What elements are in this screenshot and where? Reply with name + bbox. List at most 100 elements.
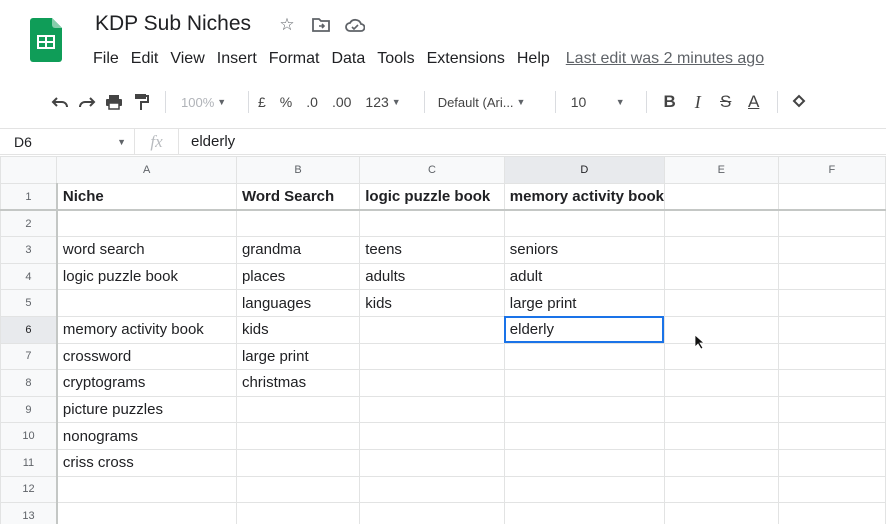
menu-tools[interactable]: Tools (377, 50, 414, 68)
font-size-select[interactable]: 10 ▼ (565, 88, 637, 116)
cell-c1[interactable]: logic puzzle book (359, 183, 505, 212)
row-header-2[interactable]: 2 (0, 209, 58, 238)
increase-decimal-button[interactable]: .00 (332, 88, 351, 116)
cell-c3[interactable]: teens (359, 236, 505, 264)
cell-e1[interactable] (663, 183, 779, 212)
column-header-b[interactable]: B (235, 156, 361, 184)
cell-e4[interactable] (663, 262, 779, 291)
zoom-select[interactable]: 100% ▼ (175, 88, 239, 116)
print-icon[interactable] (102, 88, 126, 116)
menu-edit[interactable]: Edit (131, 50, 159, 68)
cell-e13[interactable] (663, 502, 779, 524)
row-header-11[interactable]: 11 (0, 448, 58, 477)
menu-extensions[interactable]: Extensions (427, 50, 505, 68)
cell-d9[interactable] (503, 395, 665, 424)
formula-input[interactable]: elderly (179, 133, 235, 150)
row-header-7[interactable]: 7 (0, 342, 58, 371)
cell-d11[interactable] (503, 448, 665, 477)
redo-icon[interactable] (75, 88, 99, 116)
cell-c7[interactable] (359, 342, 505, 371)
column-header-d[interactable]: D (503, 156, 665, 184)
row-header-3[interactable]: 3 (0, 236, 58, 264)
cell-c13[interactable] (359, 502, 505, 524)
text-color-button[interactable]: A (740, 88, 768, 116)
menu-file[interactable]: File (93, 50, 119, 68)
cell-d1[interactable]: memory activity book (503, 183, 665, 212)
cell-e12[interactable] (663, 475, 779, 504)
cell-a9[interactable]: picture puzzles (56, 395, 237, 424)
cell-e7[interactable] (663, 342, 779, 371)
cell-a13[interactable] (56, 502, 237, 524)
cell-c12[interactable] (359, 475, 505, 504)
cell-e6[interactable] (663, 315, 779, 344)
cell-d8[interactable] (503, 369, 665, 397)
cell-d6[interactable]: elderly (503, 315, 665, 344)
cell-c8[interactable] (359, 369, 505, 397)
cell-b7[interactable]: large print (235, 342, 361, 371)
menu-insert[interactable]: Insert (217, 50, 257, 68)
cell-c5[interactable]: kids (359, 289, 505, 317)
cell-a1[interactable]: Niche (56, 183, 237, 212)
cell-b3[interactable]: grandma (235, 236, 361, 264)
format-percent-button[interactable]: % (280, 88, 292, 116)
cell-d10[interactable] (503, 422, 665, 450)
more-formats-button[interactable]: 123 ▼ (365, 88, 400, 116)
menu-help[interactable]: Help (517, 50, 550, 68)
cell-d4[interactable]: adult (503, 262, 665, 291)
font-family-select[interactable]: Default (Ari... ▼ (434, 88, 546, 116)
cell-b13[interactable] (235, 502, 361, 524)
star-icon[interactable]: ☆ (276, 14, 298, 36)
select-all-corner[interactable] (0, 156, 58, 184)
cell-f4[interactable] (777, 262, 886, 291)
cloud-status-icon[interactable] (344, 14, 366, 36)
cell-f9[interactable] (777, 395, 886, 424)
row-header-12[interactable]: 12 (0, 475, 58, 504)
cell-b9[interactable] (235, 395, 361, 424)
decrease-decimal-button[interactable]: .0 (306, 88, 318, 116)
fill-color-icon[interactable] (787, 88, 811, 116)
cell-f5[interactable] (777, 289, 886, 317)
cell-f13[interactable] (777, 502, 886, 524)
row-header-1[interactable]: 1 (0, 183, 58, 212)
bold-button[interactable]: B (656, 88, 684, 116)
cell-e9[interactable] (663, 395, 779, 424)
cell-b2[interactable] (235, 209, 361, 238)
name-box[interactable]: D6 ▼ (0, 129, 135, 154)
cell-b6[interactable]: kids (235, 315, 361, 344)
document-title[interactable]: KDP Sub Niches (95, 12, 251, 36)
last-edit-link[interactable]: Last edit was 2 minutes ago (566, 50, 764, 68)
cell-e11[interactable] (663, 448, 779, 477)
cell-d13[interactable] (503, 502, 665, 524)
cell-b1[interactable]: Word Search (235, 183, 361, 212)
cell-f12[interactable] (777, 475, 886, 504)
menu-view[interactable]: View (170, 50, 204, 68)
menu-data[interactable]: Data (331, 50, 365, 68)
cell-a8[interactable]: cryptograms (56, 369, 237, 397)
cell-c4[interactable]: adults (359, 262, 505, 291)
cell-a10[interactable]: nonograms (56, 422, 237, 450)
column-header-f[interactable]: F (777, 156, 886, 184)
cell-a2[interactable] (56, 209, 237, 238)
column-header-a[interactable]: A (56, 156, 237, 184)
cell-c10[interactable] (359, 422, 505, 450)
row-header-6[interactable]: 6 (0, 315, 58, 344)
cell-c2[interactable] (359, 209, 505, 238)
cell-e3[interactable] (663, 236, 779, 264)
cell-b10[interactable] (235, 422, 361, 450)
cell-b11[interactable] (235, 448, 361, 477)
cell-e2[interactable] (663, 209, 779, 238)
cell-f8[interactable] (777, 369, 886, 397)
cell-a4[interactable]: logic puzzle book (56, 262, 237, 291)
cell-d5[interactable]: large print (503, 289, 665, 317)
cell-d12[interactable] (503, 475, 665, 504)
cell-b8[interactable]: christmas (235, 369, 361, 397)
cell-a6[interactable]: memory activity book (56, 315, 237, 344)
column-header-c[interactable]: C (359, 156, 505, 184)
cell-b5[interactable]: languages (235, 289, 361, 317)
cell-f3[interactable] (777, 236, 886, 264)
sheets-logo-icon[interactable] (30, 18, 62, 62)
cell-a7[interactable]: crossword (56, 342, 237, 371)
cell-a5[interactable] (56, 289, 237, 317)
move-to-folder-icon[interactable] (310, 14, 332, 36)
row-header-9[interactable]: 9 (0, 395, 58, 424)
